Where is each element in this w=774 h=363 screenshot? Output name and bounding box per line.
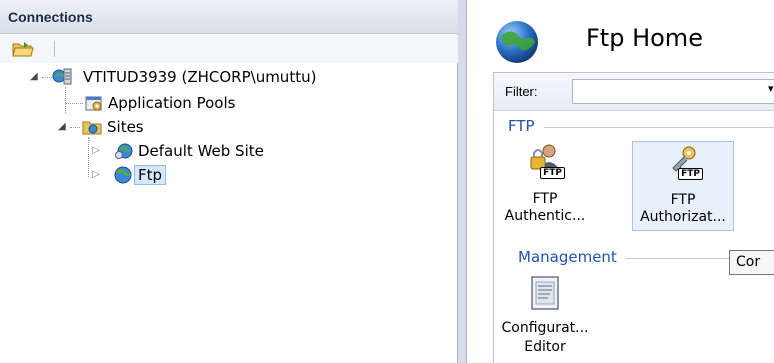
- tree-connector: [88, 137, 89, 177]
- collapse-arrow-icon[interactable]: ◢: [58, 116, 66, 138]
- configuration-editor-tile[interactable]: Configurat... Editor: [496, 273, 594, 363]
- tooltip: Cor: [729, 250, 774, 275]
- ftp-authentication-icon: FTP: [525, 143, 565, 179]
- connections-header: Connections: [0, 0, 458, 34]
- filter-bar: Filter: ▾: [494, 73, 774, 111]
- group-label-ftp: FTP: [508, 117, 535, 135]
- application-pools-icon: [85, 96, 102, 111]
- tree-label-default-web-site: Default Web Site: [138, 142, 264, 160]
- tree-node-sites[interactable]: ◢ Sites: [58, 116, 358, 138]
- connections-toolbar: [0, 35, 458, 63]
- filter-label: Filter:: [505, 84, 538, 99]
- tree-connector: [65, 103, 83, 104]
- tile-label-line2: Editor: [524, 339, 566, 355]
- filter-input[interactable]: [572, 79, 774, 104]
- connect-folder-icon[interactable]: [12, 40, 34, 58]
- tile-label-line2: Authorizat...: [640, 209, 726, 225]
- expand-arrow-icon[interactable]: ▷: [92, 164, 100, 186]
- page-title: Ftp Home: [586, 24, 703, 52]
- connections-pane: Connections ◢ VTITUD3939 (ZHCORP\umuttu): [0, 0, 458, 363]
- tree-node-server[interactable]: ◢ VTITUD3939 (ZHCORP\umuttu): [30, 66, 450, 88]
- connections-title: Connections: [8, 9, 93, 25]
- tile-label-line1: FTP: [532, 191, 558, 207]
- toolbar-separator: [54, 41, 55, 57]
- tree-node-default-web-site[interactable]: ▷ Default Web Site: [92, 140, 392, 162]
- tree-node-ftp[interactable]: ▷ Ftp: [92, 164, 212, 186]
- tile-label-line1: FTP: [670, 192, 696, 208]
- ftp-home-globe-icon: [496, 21, 538, 63]
- configuration-editor-icon: [529, 275, 561, 311]
- tile-label-line2: Authentic...: [504, 208, 586, 224]
- tree-label-app-pools: Application Pools: [108, 94, 236, 112]
- expand-arrow-icon[interactable]: ▷: [92, 140, 100, 162]
- website-globe-icon: [115, 143, 133, 159]
- tree-node-app-pools[interactable]: Application Pools: [84, 92, 384, 114]
- features-view: Filter: ▾ FTP FTP FTP Authentic... FTP F…: [493, 72, 774, 363]
- ftp-badge: FTP: [540, 167, 565, 179]
- content-pane: Ftp Home Filter: ▾ FTP FTP FTP Authentic…: [466, 0, 774, 363]
- tree-label-server: VTITUD3939 (ZHCORP\umuttu): [83, 68, 317, 86]
- ftp-authorization-tile[interactable]: FTP FTP Authorizat...: [632, 141, 734, 231]
- ftp-badge: FTP: [678, 168, 703, 180]
- ftp-globe-icon: [114, 166, 132, 184]
- ftp-authorization-icon: FTP: [663, 144, 703, 180]
- server-icon: [52, 68, 72, 85]
- group-divider: [544, 127, 774, 128]
- tile-label-line1: Configurat...: [501, 320, 589, 336]
- tree-connector: [65, 87, 66, 113]
- ftp-authentication-tile[interactable]: FTP FTP Authentic...: [496, 141, 594, 229]
- group-label-management: Management: [518, 248, 617, 266]
- tree-label-sites: Sites: [107, 118, 144, 136]
- sites-folder-icon: [82, 121, 102, 135]
- tree-label-ftp: Ftp: [134, 165, 167, 185]
- collapse-arrow-icon[interactable]: ◢: [30, 66, 38, 88]
- dropdown-arrow-icon[interactable]: ▾: [768, 82, 774, 95]
